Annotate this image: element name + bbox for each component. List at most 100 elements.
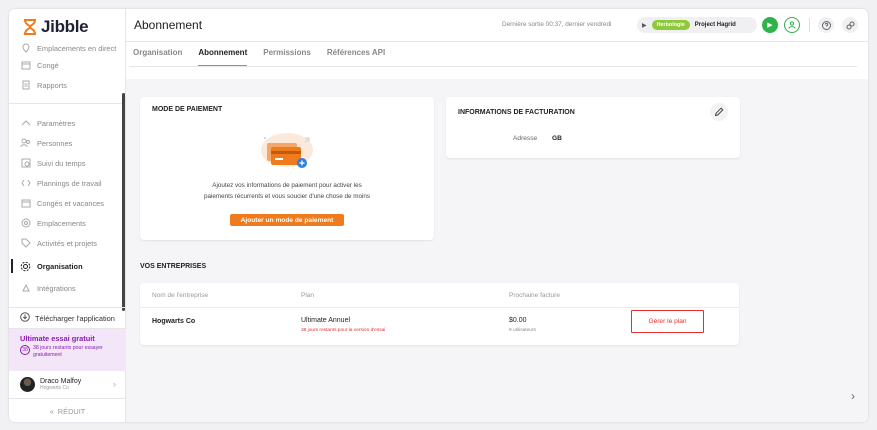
play-small-icon: ▶: [642, 22, 647, 29]
company-name: Hogwarts Co: [152, 318, 196, 325]
calendar-icon: [20, 198, 31, 209]
map-pin-icon: [20, 43, 31, 54]
trial-subtitle: 38 jours restants pour essayer gratuitem…: [33, 345, 103, 358]
sidebar: Jibble Emplacements en direct Congé Rapp…: [9, 9, 126, 422]
top-header: Abonnement Dernière sortie 00:37, dernie…: [126, 9, 868, 42]
user-icon: [788, 21, 796, 29]
integrations-button[interactable]: [842, 17, 858, 33]
sidebar-item-integrations[interactable]: Intégrations: [9, 278, 126, 298]
payment-text-line2: paiements récurrents et vous soucier d'u…: [203, 193, 371, 200]
app-window: Jibble Emplacements en direct Congé Rapp…: [9, 9, 868, 422]
last-exit-text: Dernière sortie 00:37, dernier vendredi: [502, 21, 612, 28]
calendar-icon: [20, 60, 31, 71]
sidebar-item-settings[interactable]: Paramètres: [9, 113, 126, 133]
pencil-icon: [714, 107, 724, 117]
puzzle-icon: [20, 283, 31, 294]
time-tracking-icon: [20, 158, 31, 169]
logo[interactable]: Jibble: [23, 17, 89, 37]
collapse-label: RÉDUIT: [57, 406, 86, 416]
invoice-amount: $0.00: [509, 317, 527, 324]
user-profile[interactable]: Draco Malfoy Hogwarts Co ›: [9, 371, 126, 399]
sidebar-item-people[interactable]: Personnes: [9, 133, 126, 153]
location-icon: [20, 218, 31, 229]
invoice-users: 9 utilisateurs: [509, 328, 536, 333]
tab-permissions[interactable]: Permissions: [263, 48, 311, 67]
tag-icon: [20, 238, 31, 249]
activity-tag: Herbologie: [651, 20, 690, 30]
user-org: Hogwarts Co: [40, 385, 69, 391]
project-name: Project Hagrid: [694, 22, 736, 28]
sidebar-scrollbar[interactable]: [122, 93, 125, 311]
chevron-up-icon: [20, 118, 31, 129]
sidebar-item-work-schedules[interactable]: Plannings de travail: [9, 173, 126, 193]
tabs-bar: Organisation Abonnement Permissions Réfé…: [133, 48, 401, 67]
sidebar-item-label: Emplacements: [37, 218, 86, 228]
tab-subscription[interactable]: Abonnement: [198, 48, 248, 67]
download-app-button[interactable]: Télécharger l'application: [9, 307, 126, 329]
billing-info-card: INFORMATIONS DE FACTURATION Adresse GB: [446, 97, 740, 158]
help-button[interactable]: [818, 17, 834, 33]
tab-api-references[interactable]: Références API: [327, 48, 385, 67]
column-header-next-invoice: Prochaine facture: [509, 292, 560, 299]
plan-name: Ultimate Annuel: [301, 317, 351, 324]
sidebar-item-label: Rapports: [37, 80, 67, 90]
trial-banner[interactable]: Ultimate essai gratuit 38 38 jours resta…: [9, 329, 126, 371]
tab-organisation[interactable]: Organisation: [133, 48, 182, 67]
user-name: Draco Malfoy: [40, 378, 82, 385]
sidebar-item-label: Suivi du temps: [37, 158, 86, 168]
sidebar-item-label: Emplacements en direct: [37, 43, 117, 53]
address-label: Adresse: [513, 135, 538, 142]
add-payment-method-button[interactable]: Ajouter un mode de paiement: [230, 214, 344, 226]
time-tracker-widget[interactable]: ▶ Herbologie Project Hagrid: [637, 17, 757, 33]
sidebar-item-label: Organisation: [37, 261, 83, 271]
sidebar-item-activities-projects[interactable]: Activités et projets: [9, 233, 126, 253]
sidebar-item-reports[interactable]: Rapports: [9, 75, 126, 95]
sidebar-item-leaves-holidays[interactable]: Congés et vacances: [9, 193, 126, 213]
payment-title: MODE DE PAIEMENT: [152, 106, 223, 113]
download-icon: [20, 312, 30, 324]
schedule-icon: [20, 178, 31, 189]
chevron-right-icon: ›: [113, 379, 116, 389]
sidebar-item-label: Activités et projets: [37, 238, 97, 248]
column-header-company: Nom de l'entreprise: [152, 292, 209, 299]
sidebar-item-leave[interactable]: Congé: [9, 55, 126, 75]
billing-title: INFORMATIONS DE FACTURATION: [458, 109, 575, 116]
trial-title: Ultimate essai gratuit: [20, 334, 95, 343]
column-header-plan: Plan: [301, 292, 315, 299]
sidebar-item-label: Intégrations: [37, 283, 76, 293]
trial-days-badge: 38: [20, 345, 30, 355]
payment-text-line1: Ajoutez vos informations de paiement pou…: [212, 182, 362, 189]
sidebar-item-label: Congé: [37, 60, 59, 70]
address-value: GB: [552, 135, 562, 142]
sidebar-item-organisation[interactable]: Organisation: [9, 256, 126, 276]
header-divider: [809, 18, 810, 32]
payment-method-card: MODE DE PAIEMENT Ajoutez vos information…: [140, 97, 434, 240]
companies-title: VOS ENTREPRISES: [140, 263, 207, 270]
plan-trial-remaining: 38 jours restants pour la version d'essa…: [301, 328, 386, 333]
sidebar-item-label: Plannings de travail: [37, 178, 102, 188]
credit-card-illustration: [257, 128, 317, 173]
download-label: Télécharger l'application: [35, 313, 115, 323]
hourglass-icon: [24, 19, 36, 35]
report-icon: [20, 80, 31, 91]
chevron-right-icon[interactable]: ›: [851, 389, 855, 403]
payment-description: Ajoutez vos informations de paiement pou…: [140, 180, 434, 202]
sidebar-item-time-tracking[interactable]: Suivi du temps: [9, 153, 126, 173]
edit-billing-button[interactable]: [710, 103, 728, 121]
avatar: [20, 377, 35, 392]
people-icon: [20, 138, 31, 149]
header-divider: [140, 307, 739, 308]
link-icon: [846, 21, 854, 29]
user-clock-button[interactable]: [784, 17, 800, 33]
tabs-underline: [129, 66, 857, 67]
play-icon: ▶: [767, 22, 773, 29]
start-timer-button[interactable]: ▶: [762, 17, 778, 33]
sidebar-item-locations[interactable]: Emplacements: [9, 213, 126, 233]
gear-icon: [20, 261, 31, 272]
page-title: Abonnement: [134, 18, 203, 32]
collapse-sidebar-button[interactable]: « RÉDUIT: [9, 401, 126, 421]
sidebar-divider: [9, 103, 126, 104]
manage-plan-button[interactable]: Gérer le plan: [631, 310, 704, 333]
question-icon: [821, 20, 831, 30]
companies-table: Nom de l'entreprise Plan Prochaine factu…: [140, 283, 739, 345]
